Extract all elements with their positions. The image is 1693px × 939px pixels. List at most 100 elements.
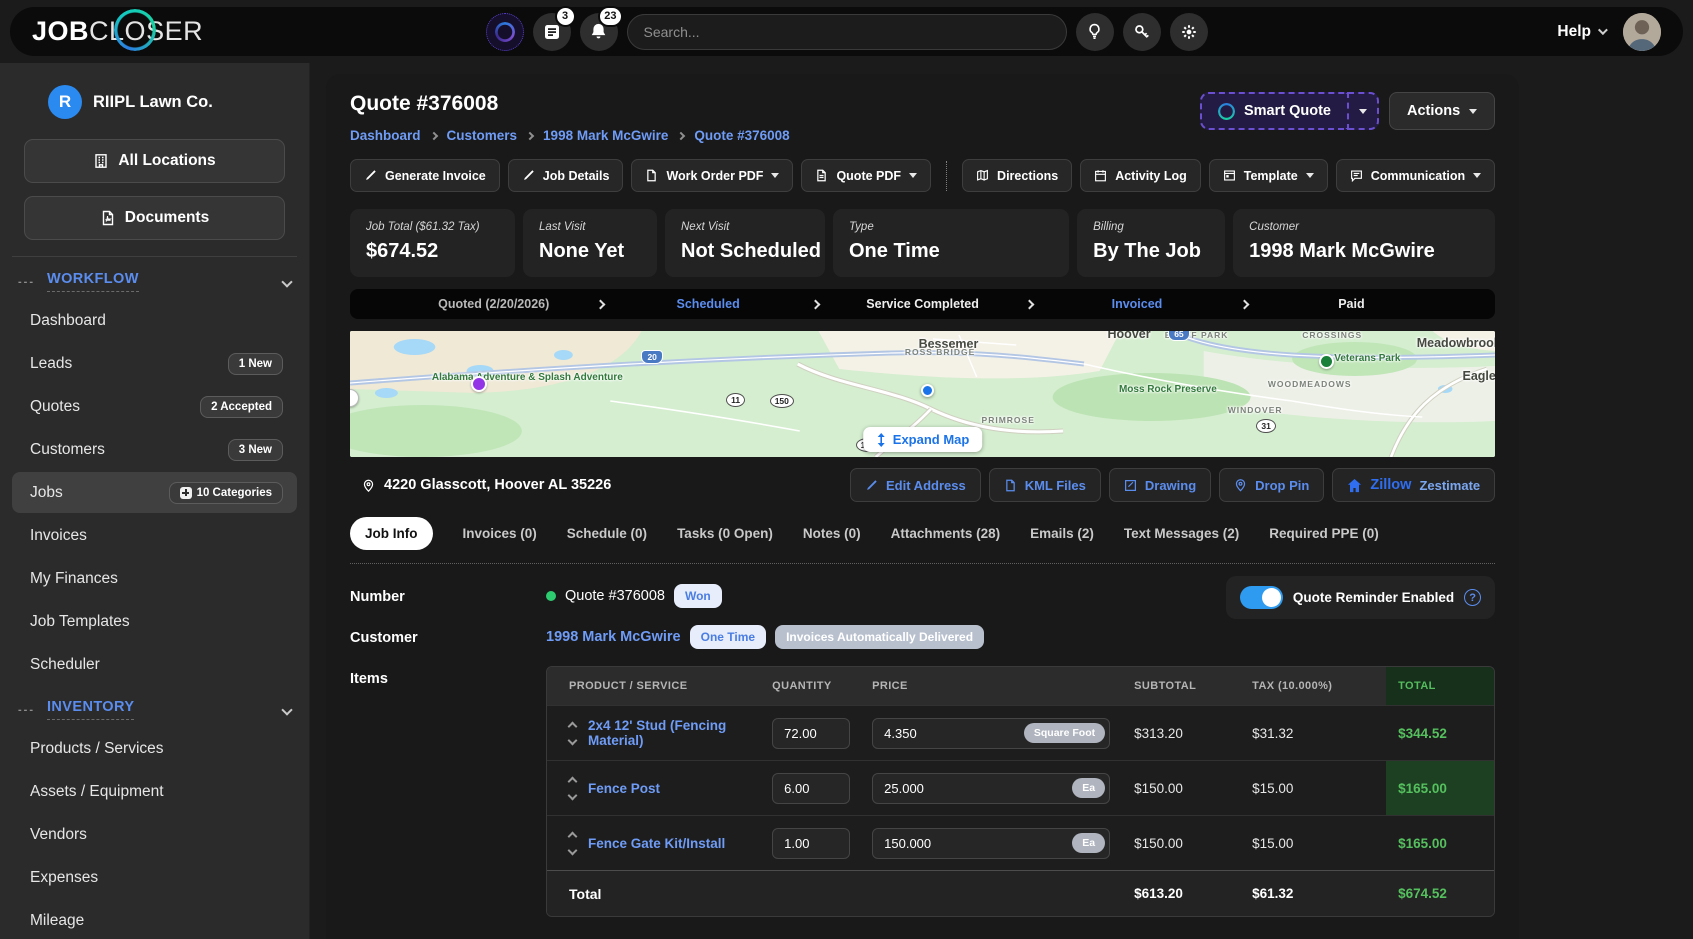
section-workflow[interactable]: --- WORKFLOW xyxy=(18,271,291,292)
help-circle-icon[interactable]: ? xyxy=(1464,589,1481,606)
tab-text-messages[interactable]: Text Messages (2) xyxy=(1124,526,1239,541)
drag-handle-icon: --- xyxy=(18,276,35,288)
customer-label: Customer xyxy=(350,625,546,649)
item-label: Scheduler xyxy=(30,656,100,674)
app-logo: JOBCLOSER xyxy=(32,16,203,47)
button-label: Drop Pin xyxy=(1255,478,1309,493)
quote-reminder-toggle[interactable] xyxy=(1240,586,1283,609)
breadcrumb-dashboard[interactable]: Dashboard xyxy=(350,128,421,143)
reorder-handle[interactable] xyxy=(569,778,576,799)
sidebar-item-vendors[interactable]: Vendors xyxy=(12,814,297,855)
actions-button[interactable]: Actions xyxy=(1389,92,1495,130)
api-keys-button[interactable] xyxy=(1123,13,1161,51)
expand-map-button[interactable]: Expand Map xyxy=(863,427,983,452)
sidebar-item-products-services[interactable]: Products / Services xyxy=(12,728,297,769)
tab-attachments[interactable]: Attachments (28) xyxy=(891,526,1001,541)
tab-notes[interactable]: Notes (0) xyxy=(803,526,861,541)
tab-emails[interactable]: Emails (2) xyxy=(1030,526,1094,541)
product-link[interactable]: Fence Post xyxy=(588,781,660,796)
price-input[interactable]: 25.000Ea xyxy=(872,773,1110,804)
button-label: Edit Address xyxy=(886,478,966,493)
messages-button[interactable]: 3 xyxy=(533,13,571,51)
breadcrumb-quote[interactable]: Quote #376008 xyxy=(694,128,789,143)
sidebar-item-scheduler[interactable]: Scheduler xyxy=(12,644,297,685)
breadcrumb-customer[interactable]: 1998 Mark McGwire xyxy=(543,128,668,143)
drawing-button[interactable]: Drawing xyxy=(1109,468,1211,502)
ai-assistant-button[interactable] xyxy=(486,13,524,51)
customer-link[interactable]: 1998 Mark McGwire xyxy=(546,629,681,645)
directions-button[interactable]: Directions xyxy=(962,159,1072,192)
drop-pin-button[interactable]: Drop Pin xyxy=(1219,468,1324,502)
park-poi-icon[interactable] xyxy=(1319,354,1334,369)
leads-badge: 1 New xyxy=(228,353,283,375)
help-menu[interactable]: Help xyxy=(1557,23,1605,41)
sidebar-item-expenses[interactable]: Expenses xyxy=(12,857,297,898)
settings-button[interactable] xyxy=(1170,13,1208,51)
all-locations-button[interactable]: All Locations xyxy=(24,139,285,183)
sidebar-item-customers[interactable]: Customers3 New xyxy=(12,429,297,470)
product-link[interactable]: 2x4 12' Stud (Fencing Material) xyxy=(588,718,762,748)
ai-ring-icon xyxy=(495,22,515,42)
step-scheduled[interactable]: Scheduled xyxy=(604,297,811,311)
quote-pdf-button[interactable]: Quote PDF xyxy=(801,159,931,192)
edit-address-button[interactable]: Edit Address xyxy=(850,468,981,502)
section-inventory[interactable]: --- INVENTORY xyxy=(18,699,291,720)
stat-billing: Billing By The Job xyxy=(1077,209,1225,277)
tab-tasks[interactable]: Tasks (0 Open) xyxy=(677,526,773,541)
subtotal-value: $150.00 xyxy=(1134,781,1252,796)
sidebar-item-dashboard[interactable]: Dashboard xyxy=(12,300,297,341)
sidebar-item-mileage[interactable]: Mileage xyxy=(12,900,297,939)
reorder-handle[interactable] xyxy=(569,833,576,854)
quantity-input[interactable]: 72.00 xyxy=(772,718,850,749)
map[interactable]: BessemerHooverMeadowbrookEagleROSS BRIDG… xyxy=(350,331,1495,457)
job-details-button[interactable]: Job Details xyxy=(508,159,624,192)
product-link[interactable]: Fence Gate Kit/Install xyxy=(588,836,725,851)
documents-button[interactable]: Documents xyxy=(24,196,285,240)
sidebar-item-my-finances[interactable]: My Finances xyxy=(12,558,297,599)
quantity-input[interactable]: 1.00 xyxy=(772,828,850,859)
sidebar-item-job-templates[interactable]: Job Templates xyxy=(12,601,297,642)
ideas-button[interactable] xyxy=(1076,13,1114,51)
quantity-input[interactable]: 6.00 xyxy=(772,773,850,804)
sidebar-item-jobs[interactable]: Jobs10 Categories xyxy=(12,472,297,513)
sidebar-item-assets-equipment[interactable]: Assets / Equipment xyxy=(12,771,297,812)
user-avatar[interactable] xyxy=(1623,13,1661,51)
chevron-down-icon xyxy=(1598,25,1608,35)
smart-quote-dropdown[interactable] xyxy=(1347,92,1379,130)
template-button[interactable]: Template xyxy=(1209,159,1328,192)
work-order-pdf-button[interactable]: Work Order PDF xyxy=(631,159,793,192)
activity-log-button[interactable]: Activity Log xyxy=(1080,159,1201,192)
tab-invoices[interactable]: Invoices (0) xyxy=(463,526,537,541)
search-input[interactable] xyxy=(627,14,1067,50)
zillow-zestimate-button[interactable]: Zillow Zestimate xyxy=(1332,468,1495,502)
documents-label: Documents xyxy=(125,209,209,227)
address-text: 4220 Glasscott, Hoover AL 35226 xyxy=(384,477,611,493)
stat-type: Type One Time xyxy=(833,209,1069,277)
reorder-handle[interactable] xyxy=(569,723,576,744)
smart-quote-button[interactable]: Smart Quote xyxy=(1200,92,1349,130)
item-label: Vendors xyxy=(30,826,87,844)
sidebar-item-quotes[interactable]: Quotes2 Accepted xyxy=(12,386,297,427)
price-input[interactable]: 4.350Square Foot xyxy=(872,718,1110,749)
help-label: Help xyxy=(1557,23,1591,41)
col-subtotal: SUBTOTAL xyxy=(1134,667,1252,705)
caret-down-icon xyxy=(1469,109,1477,114)
generate-invoice-button[interactable]: Generate Invoice xyxy=(350,159,500,192)
notifications-button[interactable]: 23 xyxy=(580,13,618,51)
tax-value: $31.32 xyxy=(1252,726,1386,741)
price-input[interactable]: 150.000Ea xyxy=(872,828,1110,859)
file-icon xyxy=(815,169,828,182)
breadcrumb-customers[interactable]: Customers xyxy=(447,128,518,143)
sidebar-item-invoices[interactable]: Invoices xyxy=(12,515,297,556)
tab-schedule[interactable]: Schedule (0) xyxy=(567,526,647,541)
tab-required-ppe[interactable]: Required PPE (0) xyxy=(1269,526,1379,541)
button-label: Job Details xyxy=(543,169,610,183)
messages-count-badge: 3 xyxy=(555,6,576,27)
chevron-down-icon xyxy=(281,276,292,287)
communication-button[interactable]: Communication xyxy=(1336,159,1495,192)
sidebar: R RIIPL Lawn Co. All Locations Documents… xyxy=(0,63,310,939)
tab-job-info[interactable]: Job Info xyxy=(350,517,433,550)
kml-files-button[interactable]: KML Files xyxy=(989,468,1101,502)
step-invoiced[interactable]: Invoiced xyxy=(1033,297,1240,311)
sidebar-item-leads[interactable]: Leads1 New xyxy=(12,343,297,384)
